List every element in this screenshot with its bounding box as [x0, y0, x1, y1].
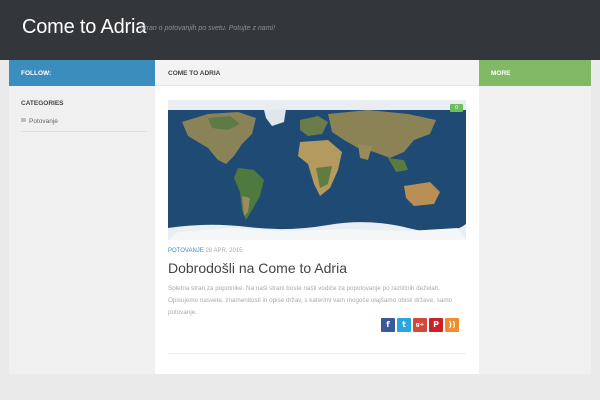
world-map-image [168, 100, 466, 240]
facebook-icon[interactable]: f [381, 318, 395, 332]
comment-count: 0 [455, 105, 458, 111]
google-plus-icon[interactable]: g+ [413, 318, 427, 332]
right-sidebar: MORE [479, 60, 591, 374]
left-sidebar: FOLLOW: CATEGORIES Potovanje [9, 60, 155, 374]
category-item-potovanje[interactable]: Potovanje [21, 118, 147, 132]
pinterest-icon[interactable]: P [429, 318, 443, 332]
folder-icon [21, 118, 26, 122]
post-category-link[interactable]: POTOVANJE [168, 248, 204, 254]
comment-count-badge[interactable]: 0 [450, 104, 463, 112]
page-heading: COME TO ADRIA [155, 60, 479, 86]
twitter-icon[interactable]: t [397, 318, 411, 332]
post-divider [168, 353, 466, 354]
site-description: Stran o potovanjih po svetu. Potujte z n… [140, 25, 276, 32]
page-wrapper: FOLLOW: CATEGORIES Potovanje COME TO ADR… [9, 60, 591, 374]
post-date: 28 APR, 2015 [205, 248, 243, 254]
categories-title: CATEGORIES [21, 100, 64, 107]
post-excerpt: Spletna stran za popotnike. Na naši stra… [168, 285, 453, 316]
site-title[interactable]: Come to Adria [22, 16, 146, 39]
follow-bar: FOLLOW: [9, 60, 155, 86]
post-meta: POTOVANJE 28 APR, 2015 [168, 248, 243, 254]
rss-icon[interactable]: )) [445, 318, 459, 332]
main-content: COME TO ADRIA 0 POTOVANJE 28 APR, 2015 D… [155, 60, 479, 374]
category-label[interactable]: Potovanje [29, 118, 58, 125]
more-bar: MORE [479, 60, 591, 86]
site-header: Come to Adria Stran o potovanjih po svet… [0, 0, 600, 60]
post-title[interactable]: Dobrodošli na Come to Adria [168, 260, 347, 276]
post-thumbnail[interactable]: 0 [168, 100, 466, 240]
